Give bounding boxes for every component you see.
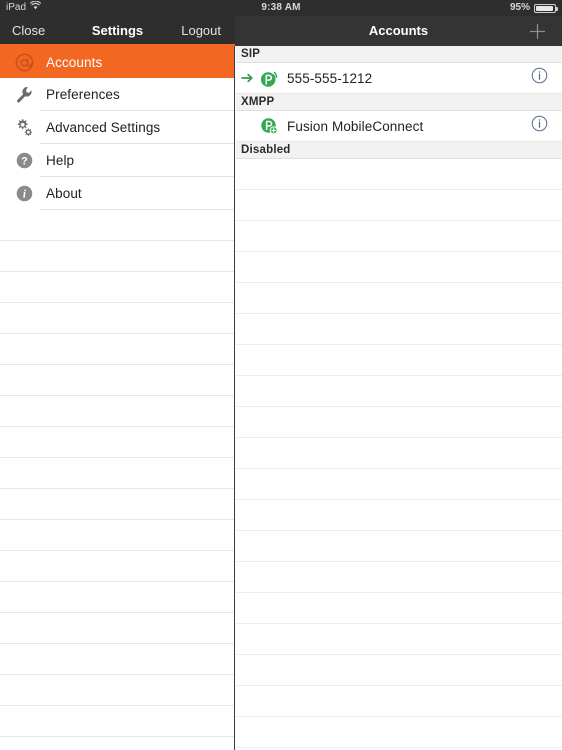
empty-menu-row [0,706,235,737]
sidebar-item-about[interactable]: i About [0,177,235,209]
account-name-label: Fusion MobileConnect [287,118,424,134]
logout-button[interactable]: Logout [181,16,221,46]
empty-account-row [236,500,562,531]
accounts-list-pane: SIP 555-555-1212 XMPP Fusion MobileConne… [236,46,562,750]
empty-account-row [236,376,562,407]
empty-menu-row [0,396,235,427]
gears-icon [8,111,40,143]
empty-menu-row [0,675,235,706]
sidebar-item-label: Accounts [46,54,103,70]
sidebar-item-advanced-settings[interactable]: Advanced Settings [0,111,235,143]
settings-menu-pane: Accounts Preferences Advanced Settings ?… [0,46,235,750]
active-arrow-icon [240,72,256,84]
empty-account-row [236,655,562,686]
empty-account-row [236,686,562,717]
empty-menu-row [0,613,235,644]
empty-account-row [236,531,562,562]
table-row[interactable]: 555-555-1212 [236,63,562,94]
empty-account-row [236,252,562,283]
status-bar-clock: 9:38 AM [261,2,301,13]
empty-menu-row [0,303,235,334]
empty-account-row [236,438,562,469]
sidebar-item-help[interactable]: ? Help [0,144,235,176]
empty-account-row [236,314,562,345]
empty-account-row [236,407,562,438]
empty-menu-row [0,551,235,582]
at-sign-icon [8,46,40,78]
battery-percent-label: 95% [509,2,530,13]
ipad-settings-screen: iPad 9:38 AM 95% Close Settings Logout A… [0,0,562,750]
add-account-button[interactable] [522,16,552,46]
xmpp-account-icon [256,116,282,137]
empty-account-row [236,283,562,314]
empty-account-row [236,345,562,376]
status-bar-right: 95% [509,0,558,16]
accounts-title: Accounts [368,23,429,38]
empty-menu-rows [0,210,235,750]
empty-menu-row [0,334,235,365]
wrench-icon [8,78,40,110]
sidebar-item-label: Advanced Settings [46,119,161,135]
empty-account-row [236,190,562,221]
empty-account-row [236,562,562,593]
empty-account-row [236,221,562,252]
empty-menu-row [0,644,235,675]
empty-menu-row [0,582,235,613]
empty-menu-row [0,737,235,750]
question-circle-icon: ? [8,144,40,176]
settings-navigation-bar: Close Settings Logout [0,16,235,46]
empty-account-rows [236,159,562,750]
info-icon[interactable] [531,67,548,89]
pane-divider [234,46,235,750]
sip-account-icon [256,68,282,89]
empty-menu-row [0,489,235,520]
info-circle-icon: i [8,177,40,209]
empty-menu-row [0,210,235,241]
empty-account-row [236,469,562,500]
empty-account-row [236,593,562,624]
empty-menu-row [0,458,235,489]
empty-menu-row [0,272,235,303]
status-bar: iPad 9:38 AM 95% [0,0,562,16]
table-row[interactable]: Fusion MobileConnect [236,111,562,142]
info-icon[interactable] [531,115,548,137]
battery-icon [534,3,558,13]
empty-menu-row [0,520,235,551]
section-header-xmpp: XMPP [236,94,562,111]
empty-menu-row [0,241,235,272]
account-name-label: 555-555-1212 [287,70,373,86]
empty-account-row [236,624,562,655]
sidebar-item-label: Preferences [46,86,120,102]
sidebar-item-accounts[interactable]: Accounts [0,46,235,78]
sidebar-item-label: Help [46,152,75,168]
plus-icon [529,23,546,40]
empty-menu-row [0,427,235,458]
section-header-disabled: Disabled [236,142,562,159]
empty-account-row [236,159,562,190]
sidebar-item-label: About [46,185,82,201]
sidebar-item-preferences[interactable]: Preferences [0,78,235,110]
accounts-navigation-bar: Accounts [235,16,562,46]
empty-menu-row [0,365,235,396]
section-header-sip: SIP [236,46,562,63]
svg-text:?: ? [21,155,28,167]
empty-account-row [236,717,562,748]
